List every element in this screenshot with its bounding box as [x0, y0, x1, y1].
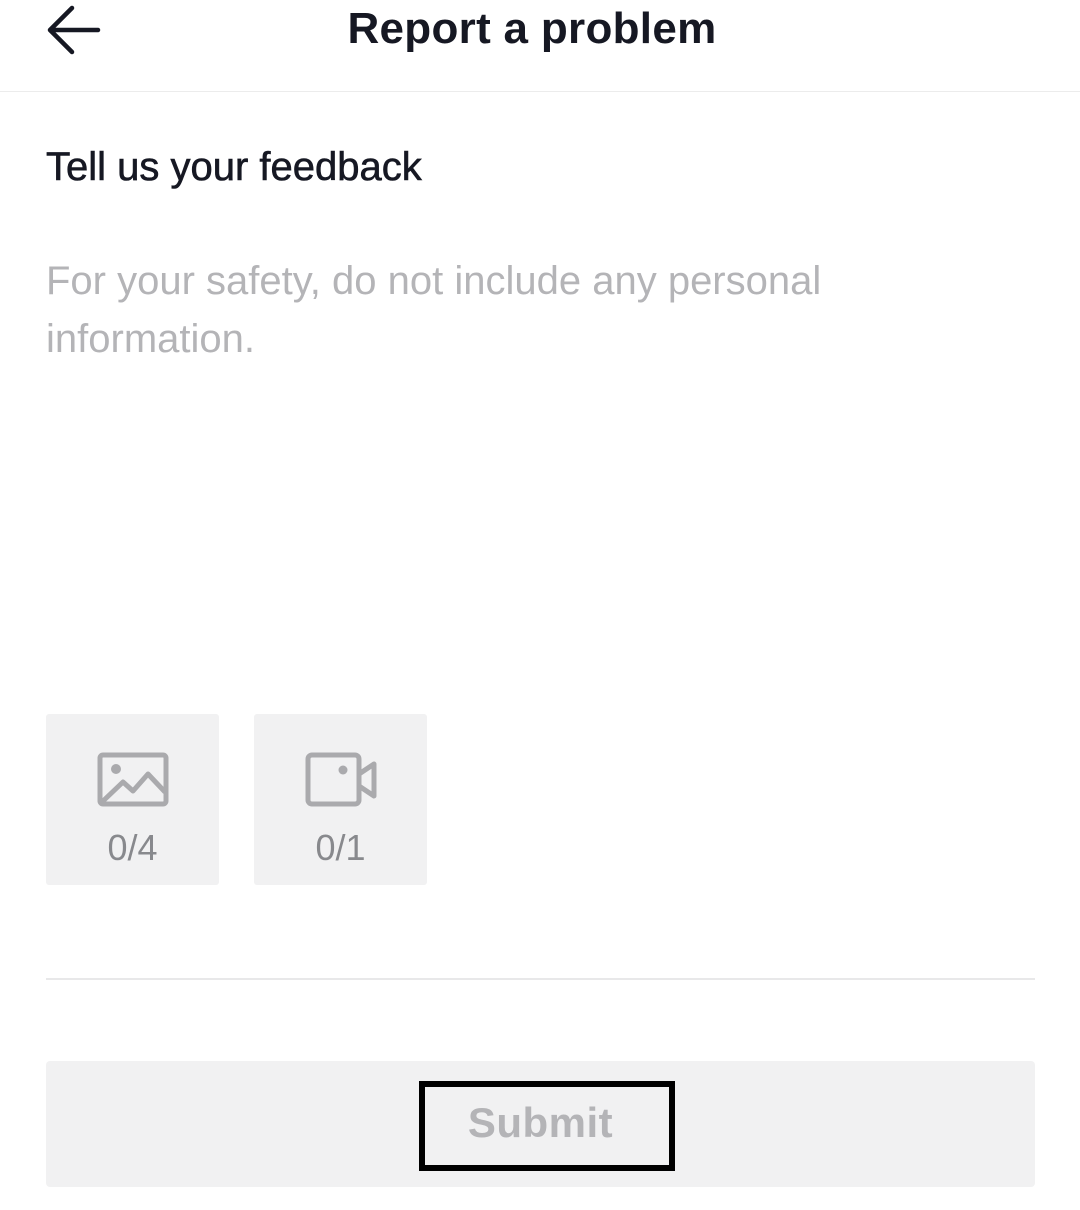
video-count: 0/1: [315, 827, 366, 868]
feedback-textarea[interactable]: [46, 252, 1034, 672]
image-icon: [97, 752, 168, 807]
submit-button[interactable]: Submit: [46, 1061, 1035, 1187]
add-video-button[interactable]: 0/1: [254, 714, 427, 885]
top-bar: Report a problem: [0, 0, 1080, 92]
divider: [46, 978, 1035, 980]
page-title: Report a problem: [347, 4, 717, 53]
submit-label: Submit: [467, 1099, 614, 1146]
add-photo-button[interactable]: 0/4: [46, 714, 219, 885]
video-camera-icon: [305, 752, 376, 807]
photo-count: 0/4: [107, 827, 158, 868]
feedback-heading: Tell us your feedback: [46, 145, 422, 190]
